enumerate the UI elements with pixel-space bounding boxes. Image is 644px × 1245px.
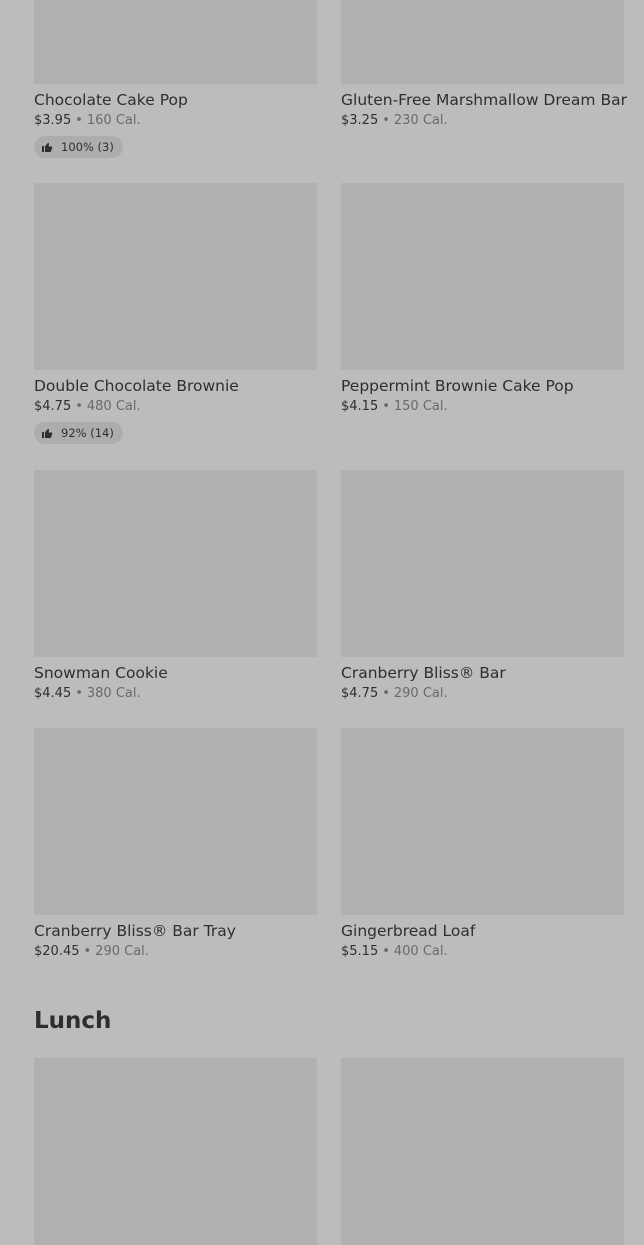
item-price: $4.45 xyxy=(34,686,72,701)
item-meta: $3.25 • 230 Cal. xyxy=(341,113,624,129)
thumbs-up-icon xyxy=(42,142,53,152)
separator: • xyxy=(382,399,390,414)
item-calories: 400 Cal. xyxy=(393,944,448,959)
item-calories: 290 Cal. xyxy=(95,944,149,959)
separator: • xyxy=(75,686,83,701)
item-name[interactable]: Gingerbread Loaf xyxy=(341,921,624,941)
item-price: $20.45 xyxy=(34,944,80,959)
separator: • xyxy=(75,399,83,414)
menu-item[interactable] xyxy=(34,1058,317,1245)
item-name[interactable]: Gluten-Free Marshmallow Dream Bar xyxy=(341,90,627,110)
item-name[interactable]: Cranberry Bliss® Bar Tray xyxy=(34,921,317,941)
menu-item[interactable] xyxy=(341,1058,624,1245)
thumbs-up-icon xyxy=(42,428,53,438)
item-price: $3.95 xyxy=(34,113,72,128)
separator: • xyxy=(83,944,92,959)
item-price: $4.75 xyxy=(34,399,72,414)
menu-grid-row-1: Chocolate Cake Pop $3.95 • 160 Cal. 100% (… xyxy=(34,0,627,158)
separator: • xyxy=(382,113,390,128)
item-image[interactable] xyxy=(341,728,624,915)
item-price: $5.15 xyxy=(341,944,379,959)
menu-item[interactable]: Chocolate Cake Pop $3.95 • 160 Cal. 100% (… xyxy=(34,0,317,158)
rating-badge: 92% (14) xyxy=(34,422,123,444)
item-image[interactable] xyxy=(341,470,624,657)
item-calories: 480 Cal. xyxy=(86,399,141,414)
item-name[interactable]: Snowman Cookie xyxy=(34,663,317,683)
item-image[interactable] xyxy=(34,0,317,84)
item-meta: $20.45 • 290 Cal. xyxy=(34,944,317,960)
rating-badge: 100% (3) xyxy=(34,136,123,158)
item-meta: $3.95 • 160 Cal. xyxy=(34,113,317,129)
item-meta: $4.15 • 150 Cal. xyxy=(341,399,624,415)
menu-item[interactable]: Peppermint Brownie Cake Pop $4.15 • 150 Ca… xyxy=(341,183,624,444)
item-image[interactable] xyxy=(341,183,624,370)
section-title-lunch: Lunch xyxy=(34,1008,112,1034)
item-meta: $4.75 • 290 Cal. xyxy=(341,686,624,702)
item-meta: $4.75 • 480 Cal. xyxy=(34,399,317,415)
item-name[interactable]: Peppermint Brownie Cake Pop xyxy=(341,376,624,396)
item-name[interactable]: Chocolate Cake Pop xyxy=(34,90,317,110)
item-meta: $4.45 • 380 Cal. xyxy=(34,686,317,702)
item-calories: 380 Cal. xyxy=(86,686,141,701)
menu-item[interactable]: Gingerbread Loaf $5.15 • 400 Cal. xyxy=(341,728,624,960)
rating-text: 100% (3) xyxy=(61,140,114,154)
separator: • xyxy=(382,686,390,701)
item-image[interactable] xyxy=(341,0,624,84)
item-image[interactable] xyxy=(34,728,317,915)
item-price: $3.25 xyxy=(341,113,379,128)
menu-grid-row-5 xyxy=(34,1058,624,1245)
item-name[interactable]: Cranberry Bliss® Bar xyxy=(341,663,624,683)
menu-grid-row-2: Double Chocolate Brownie $4.75 • 480 Cal. … xyxy=(34,183,624,444)
item-image[interactable] xyxy=(34,1058,317,1245)
menu-grid-row-3: Snowman Cookie $4.45 • 380 Cal. Cranberry … xyxy=(34,470,624,702)
item-calories: 150 Cal. xyxy=(393,399,448,414)
item-price: $4.75 xyxy=(341,686,379,701)
item-meta: $5.15 • 400 Cal. xyxy=(341,944,624,960)
item-image[interactable] xyxy=(341,1058,624,1245)
rating-text: 92% (14) xyxy=(61,426,114,440)
separator: • xyxy=(382,944,390,959)
menu-grid-row-4: Cranberry Bliss® Bar Tray $20.45 • 290 Cal… xyxy=(34,728,624,960)
item-calories: 160 Cal. xyxy=(86,113,141,128)
menu-item[interactable]: Cranberry Bliss® Bar Tray $20.45 • 290 Cal… xyxy=(34,728,317,960)
menu-item[interactable]: Snowman Cookie $4.45 • 380 Cal. xyxy=(34,470,317,702)
item-price: $4.15 xyxy=(341,399,379,414)
separator: • xyxy=(75,113,83,128)
item-calories: 230 Cal. xyxy=(393,113,448,128)
menu-item[interactable]: Gluten-Free Marshmallow Dream Bar $3.25 •… xyxy=(341,0,627,158)
item-name[interactable]: Double Chocolate Brownie xyxy=(34,376,317,396)
item-image[interactable] xyxy=(34,183,317,370)
menu-item[interactable]: Cranberry Bliss® Bar $4.75 • 290 Cal. xyxy=(341,470,624,702)
item-calories: 290 Cal. xyxy=(393,686,448,701)
menu-item[interactable]: Double Chocolate Brownie $4.75 • 480 Cal. … xyxy=(34,183,317,444)
item-image[interactable] xyxy=(34,470,317,657)
